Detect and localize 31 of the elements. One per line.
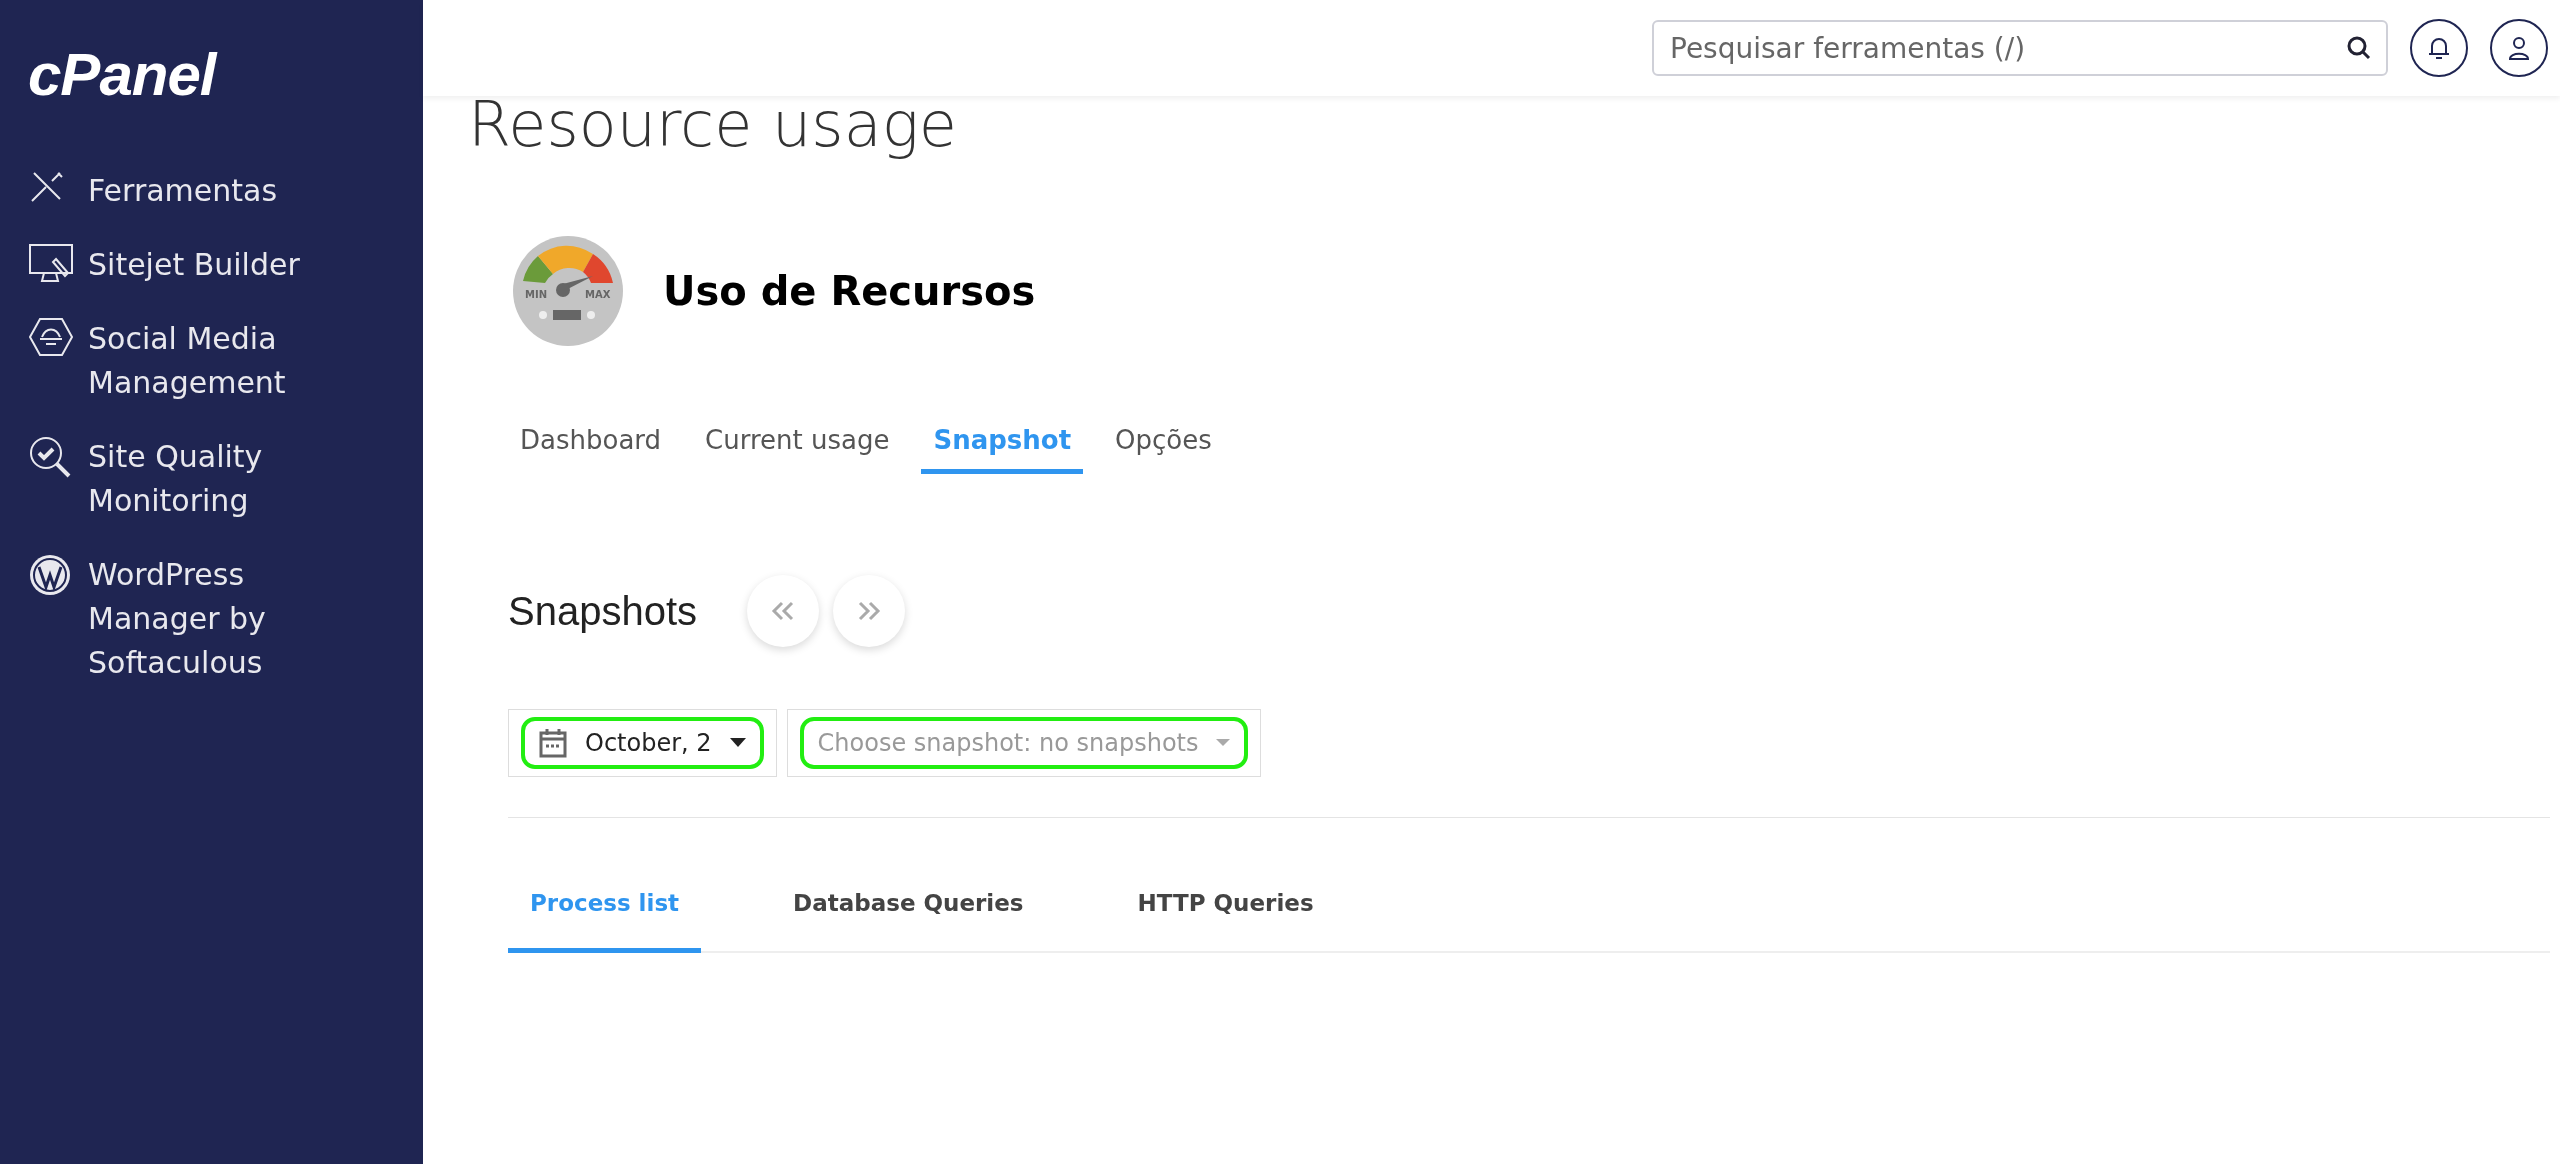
caret-icon [1216,739,1231,747]
tab[interactable]: Dashboard [508,425,674,474]
cpanel-logo[interactable]: cPanel [28,40,216,109]
tab[interactable]: HTTP Queries [1115,890,1336,953]
double-chevron-right-icon [857,601,882,621]
sidebar-item[interactable]: WordPress Manager by Softaculous [28,553,423,685]
date-dropdown[interactable]: October, 2 [521,717,764,769]
sidebar-item[interactable]: Social Media Management [28,317,423,405]
user-icon [2507,35,2531,61]
tab[interactable]: Database Queries [771,890,1046,953]
search-icon [2346,35,2372,61]
sidebar-item[interactable]: Ferramentas [28,169,423,213]
user-button[interactable] [2490,19,2548,77]
section-title: Snapshots [508,588,698,634]
bell-icon [2427,35,2451,61]
search-field[interactable]: Pesquisar ferramentas (/) [1652,20,2388,76]
wordpress-icon [28,553,72,597]
hexagon-icon [28,317,74,357]
search-input[interactable]: Pesquisar ferramentas (/) [1668,30,2346,66]
sidebar-item[interactable]: Sitejet Builder [28,243,423,287]
notifications-button[interactable] [2410,19,2468,77]
page-title: Resource usage [468,88,958,161]
calendar-icon [539,728,567,758]
double-chevron-left-icon [771,601,796,621]
app-title: Uso de Recursos [663,268,1036,314]
gauge-icon: MIN MAX [513,236,623,346]
caret-icon [729,738,746,748]
sidebar-item[interactable]: Site Quality Monitoring [28,435,423,523]
monitor-pencil-icon [28,243,74,285]
tab[interactable]: Opções [1103,425,1224,474]
tab[interactable]: Current usage [693,425,902,474]
